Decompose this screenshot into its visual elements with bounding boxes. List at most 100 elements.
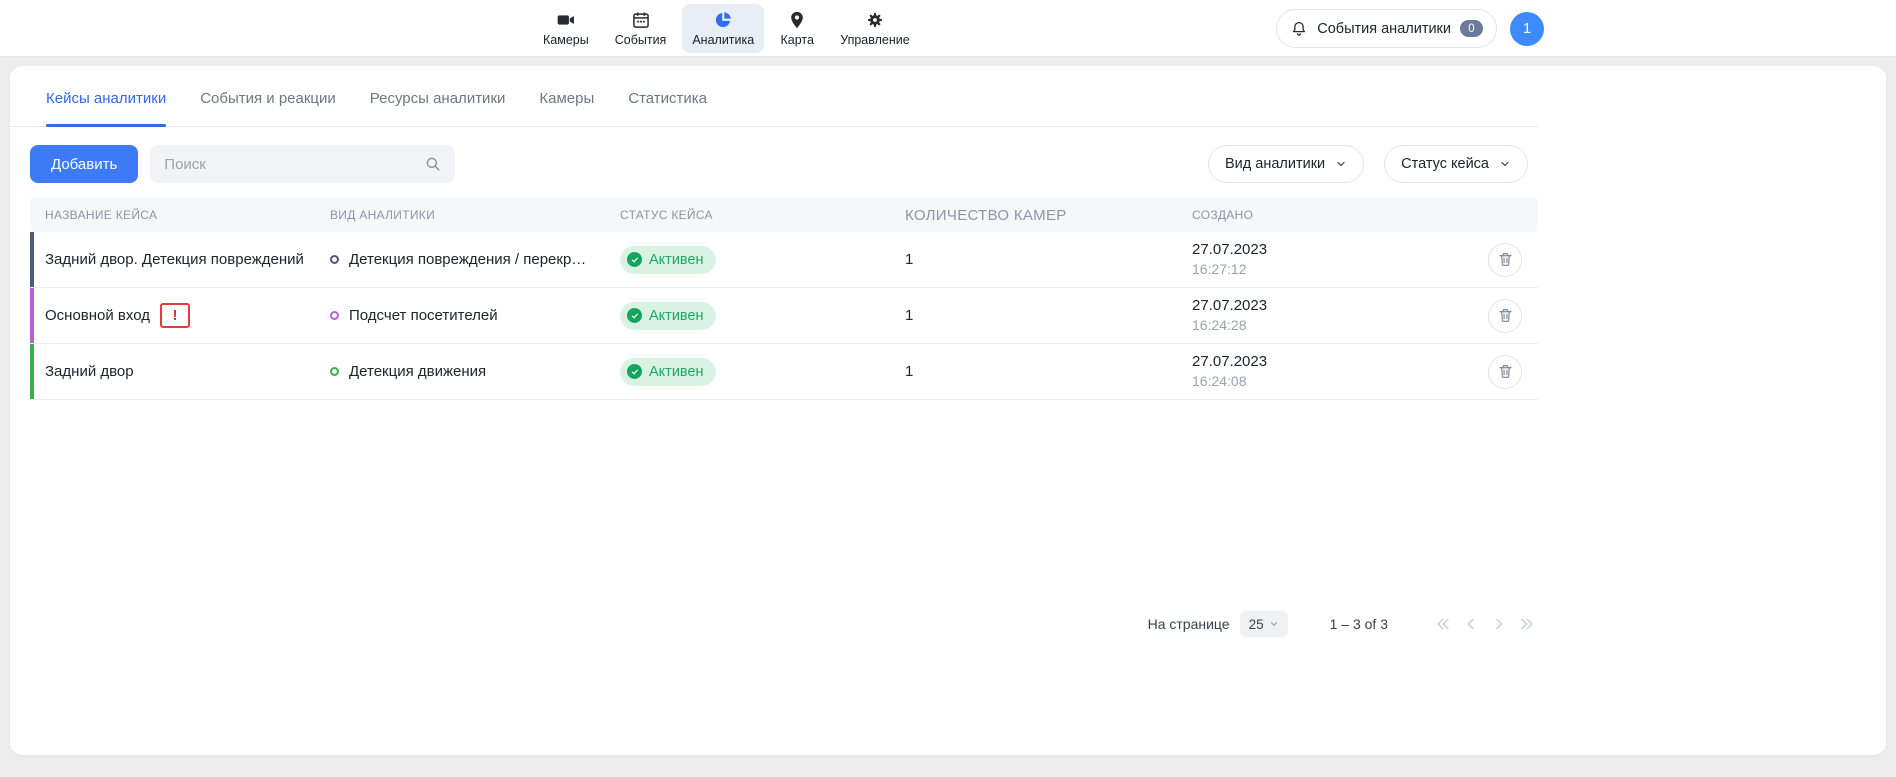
analytics-type-filter[interactable]: Вид аналитики — [1208, 145, 1364, 183]
nav-item-label: Управление — [840, 33, 910, 47]
row-accent-bar — [30, 288, 34, 343]
nav-item-analytics[interactable]: Аналитика — [682, 4, 764, 53]
per-page-value: 25 — [1249, 617, 1264, 632]
chevron-right-icon — [1490, 615, 1508, 633]
chevrons-left-icon — [1434, 615, 1452, 633]
analytics-type-label: Детекция повреждения / перекр… — [349, 251, 586, 268]
delete-button[interactable] — [1488, 355, 1522, 389]
column-header-name: НАЗВАНИЕ КЕЙСА — [30, 208, 330, 222]
add-button[interactable]: Добавить — [30, 145, 138, 183]
map-pin-icon — [787, 10, 807, 30]
search-box — [150, 145, 455, 183]
trash-icon — [1497, 251, 1514, 268]
analytics-events-button[interactable]: События аналитики 0 — [1276, 9, 1497, 48]
nav-item-label: Карта — [780, 33, 813, 47]
delete-button[interactable] — [1488, 243, 1522, 277]
search-icon — [424, 155, 442, 173]
warning-icon: ! — [160, 303, 190, 328]
camera-count: 1 — [905, 307, 1192, 324]
prev-page-button[interactable] — [1460, 611, 1482, 637]
pagination: На странице 25 1 – 3 of 3 — [30, 608, 1538, 640]
main-nav: Камеры События Аналитика Карта — [533, 4, 920, 53]
events-calendar-icon — [631, 10, 651, 30]
analytics-type-icon — [330, 255, 339, 264]
search-input[interactable] — [150, 145, 455, 183]
tab-cameras[interactable]: Камеры — [539, 90, 594, 126]
events-button-label: События аналитики — [1317, 21, 1451, 37]
column-header-cameras: КОЛИЧЕСТВО КАМЕР — [905, 207, 1192, 224]
first-page-button[interactable] — [1432, 611, 1454, 637]
status-badge: Активен — [620, 246, 716, 274]
case-name: Задний двор. Детекция повреждений — [45, 251, 304, 268]
tab-bar: Кейсы аналитики События и реакции Ресурс… — [10, 66, 1538, 127]
nav-item-label: Камеры — [543, 33, 589, 47]
app: { "colors": { "accent_blue": "#3c7bf5", … — [0, 0, 1896, 777]
column-header-type: ВИД АНАЛИТИКИ — [330, 208, 620, 222]
nav-item-map[interactable]: Карта — [770, 4, 824, 53]
analytics-type-icon — [330, 311, 339, 320]
analytics-type-cell: Подсчет посетителей — [330, 307, 620, 324]
nav-item-events[interactable]: События — [605, 4, 677, 53]
gear-icon — [865, 10, 885, 30]
check-circle-icon — [627, 252, 642, 267]
status-label: Активен — [649, 252, 704, 268]
chevrons-right-icon — [1518, 615, 1536, 633]
status-badge: Активен — [620, 302, 716, 330]
status-badge: Активен — [620, 358, 716, 386]
camera-count: 1 — [905, 363, 1192, 380]
pager-controls — [1432, 611, 1538, 637]
case-status-filter[interactable]: Статус кейса — [1384, 145, 1528, 183]
page-range: 1 – 3 of 3 — [1330, 616, 1388, 632]
row-accent-bar — [30, 344, 34, 399]
chevron-down-icon — [1269, 619, 1279, 629]
tab-events-reactions[interactable]: События и реакции — [200, 90, 336, 126]
analytics-pie-icon — [713, 10, 733, 30]
nav-item-cameras[interactable]: Камеры — [533, 4, 599, 53]
analytics-type-cell: Детекция движения — [330, 363, 620, 380]
nav-item-management[interactable]: Управление — [830, 4, 920, 53]
table-row[interactable]: Задний двор Детекция движения Активен — [30, 344, 1538, 400]
trash-icon — [1497, 363, 1514, 380]
table-row[interactable]: Основной вход ! Подсчет посетителей Акти… — [30, 288, 1538, 344]
nav-item-label: Аналитика — [692, 33, 754, 47]
created-time: 16:24:28 — [1192, 316, 1472, 335]
table-header: НАЗВАНИЕ КЕЙСА ВИД АНАЛИТИКИ СТАТУС КЕЙС… — [30, 198, 1538, 232]
camera-count: 1 — [905, 251, 1192, 268]
analytics-type-label: Детекция движения — [349, 363, 486, 380]
column-header-status: СТАТУС КЕЙСА — [620, 208, 905, 222]
created-cell: 27.07.2023 16:24:08 — [1192, 352, 1472, 391]
user-avatar[interactable]: 1 — [1510, 12, 1544, 46]
next-page-button[interactable] — [1488, 611, 1510, 637]
created-time: 16:27:12 — [1192, 260, 1472, 279]
chevron-down-icon — [1499, 158, 1511, 170]
case-name: Основной вход — [45, 307, 150, 324]
per-page-label: На странице — [1148, 616, 1230, 632]
created-cell: 27.07.2023 16:27:12 — [1192, 240, 1472, 279]
delete-button[interactable] — [1488, 299, 1522, 333]
check-circle-icon — [627, 308, 642, 323]
content-area: Кейсы аналитики События и реакции Ресурс… — [10, 66, 1538, 755]
analytics-type-cell: Детекция повреждения / перекр… — [330, 251, 620, 268]
content-card: Кейсы аналитики События и реакции Ресурс… — [10, 66, 1886, 755]
tab-analytics-resources[interactable]: Ресурсы аналитики — [370, 90, 506, 126]
toolbar: Добавить Вид аналитики Статус кейса — [30, 145, 1528, 183]
chevron-left-icon — [1462, 615, 1480, 633]
created-date: 27.07.2023 — [1192, 352, 1472, 372]
case-name: Задний двор — [45, 363, 134, 380]
tab-statistics[interactable]: Статистика — [628, 90, 707, 126]
nav-item-label: События — [615, 33, 667, 47]
filters: Вид аналитики Статус кейса — [1208, 145, 1528, 183]
header-right: События аналитики 0 1 — [1276, 9, 1544, 48]
top-bar: Камеры События Аналитика Карта — [0, 0, 1896, 57]
created-time: 16:24:08 — [1192, 372, 1472, 391]
table-row[interactable]: Задний двор. Детекция повреждений Детекц… — [30, 232, 1538, 288]
analytics-type-label: Подсчет посетителей — [349, 307, 498, 324]
filter-label: Вид аналитики — [1225, 156, 1325, 172]
per-page-select[interactable]: 25 — [1240, 611, 1288, 637]
tab-analytics-cases[interactable]: Кейсы аналитики — [46, 90, 166, 126]
column-header-created: СОЗДАНО — [1192, 208, 1472, 222]
events-count-badge: 0 — [1460, 20, 1483, 37]
last-page-button[interactable] — [1516, 611, 1538, 637]
cases-table: НАЗВАНИЕ КЕЙСА ВИД АНАЛИТИКИ СТАТУС КЕЙС… — [30, 198, 1538, 400]
analytics-type-icon — [330, 367, 339, 376]
